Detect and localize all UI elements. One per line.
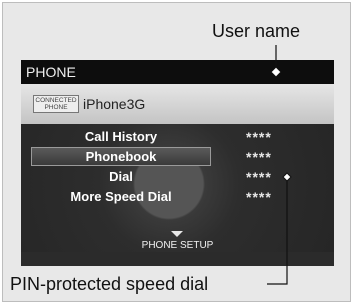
badge-line-2: PHONE xyxy=(44,104,68,111)
phone-setup-button[interactable]: PHONE SETUP xyxy=(21,239,334,253)
user-name-callout: User name xyxy=(212,21,301,41)
pin-indicator: **** xyxy=(246,189,272,205)
pin-indicator: **** xyxy=(246,129,272,145)
device-name: iPhone3G xyxy=(83,96,146,112)
menu-item-call-history[interactable]: Call History xyxy=(31,127,211,146)
pin-indicator: **** xyxy=(246,169,272,185)
connected-phone-bar: CONNECTED PHONE iPhone3G xyxy=(21,84,334,124)
pin-indicator: **** xyxy=(246,149,272,165)
badge-line-1: CONNECTED xyxy=(35,97,77,104)
screen-title: PHONE xyxy=(21,60,334,84)
menu-item-more-speed-dial[interactable]: More Speed Dial xyxy=(31,187,211,206)
phone-screen: PHONE CONNECTED PHONE iPhone3G Call Hist… xyxy=(21,60,334,266)
menu-item-dial[interactable]: Dial xyxy=(31,167,211,186)
pin-speed-dial-callout: PIN-protected speed dial xyxy=(10,274,209,294)
menu-item-phonebook[interactable]: Phonebook xyxy=(31,147,211,166)
chevron-down-icon xyxy=(171,231,183,237)
connected-phone-badge: CONNECTED PHONE xyxy=(33,95,79,113)
